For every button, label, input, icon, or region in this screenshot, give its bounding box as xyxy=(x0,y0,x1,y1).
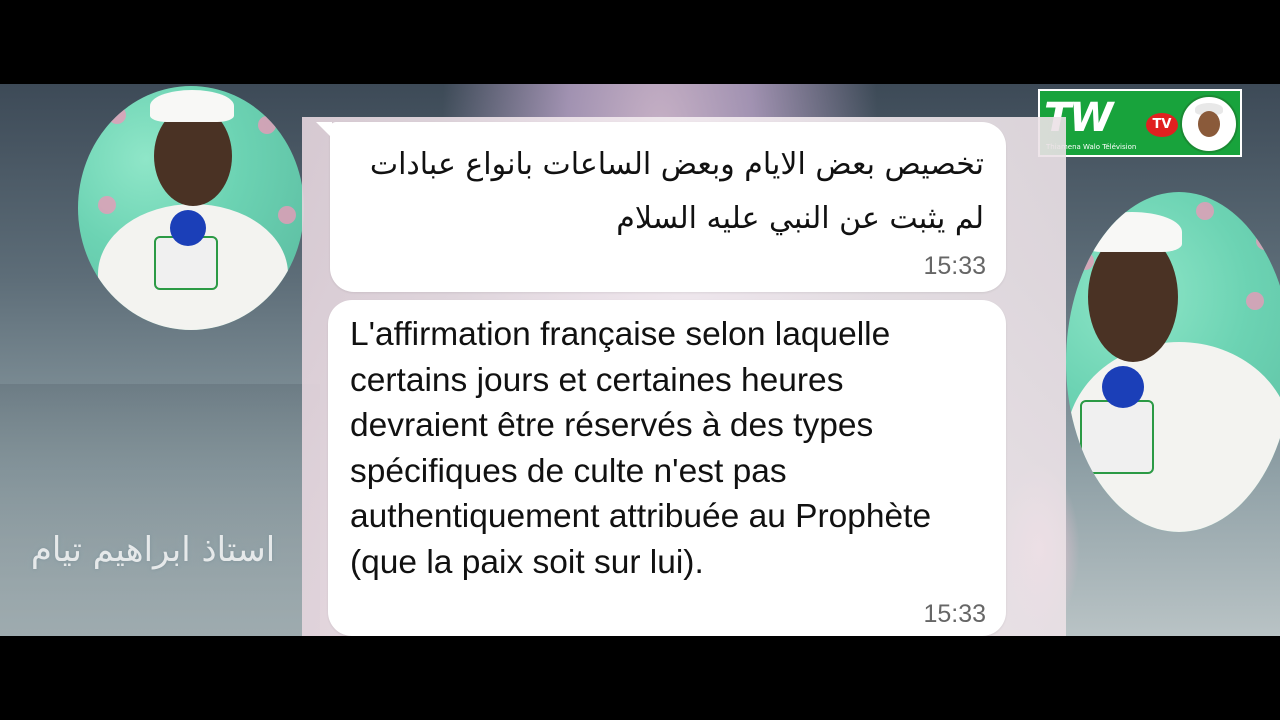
letterbox-bottom xyxy=(0,636,1280,720)
logo-tv-badge: TV xyxy=(1146,113,1178,137)
speaker-name-caption: استاذ ابراهيم تيام xyxy=(30,530,276,570)
message-bubble-arabic: تخصيص بعض الايام وبعض الساعات بانواع عبا… xyxy=(316,122,1006,292)
letterbox-top xyxy=(0,0,1280,84)
bubble-tail xyxy=(316,122,332,138)
message-text-french: L'affirmation française selon laquelle c… xyxy=(350,316,932,581)
speaker-avatar-right xyxy=(1066,192,1280,532)
message-text-arabic: تخصيص بعض الايام وبعض الساعات بانواع عبا… xyxy=(369,147,984,236)
channel-logo: TW TV Thiamena Walo Télévision xyxy=(1038,89,1242,157)
speaker-avatar-left xyxy=(78,86,304,330)
message-time: 15:33 xyxy=(923,252,986,280)
background-left-shade xyxy=(0,384,320,636)
message-bubble-french: L'affirmation française selon laquelle c… xyxy=(328,300,1006,636)
logo-portrait-icon xyxy=(1180,95,1238,153)
message-time: 15:33 xyxy=(923,600,986,628)
